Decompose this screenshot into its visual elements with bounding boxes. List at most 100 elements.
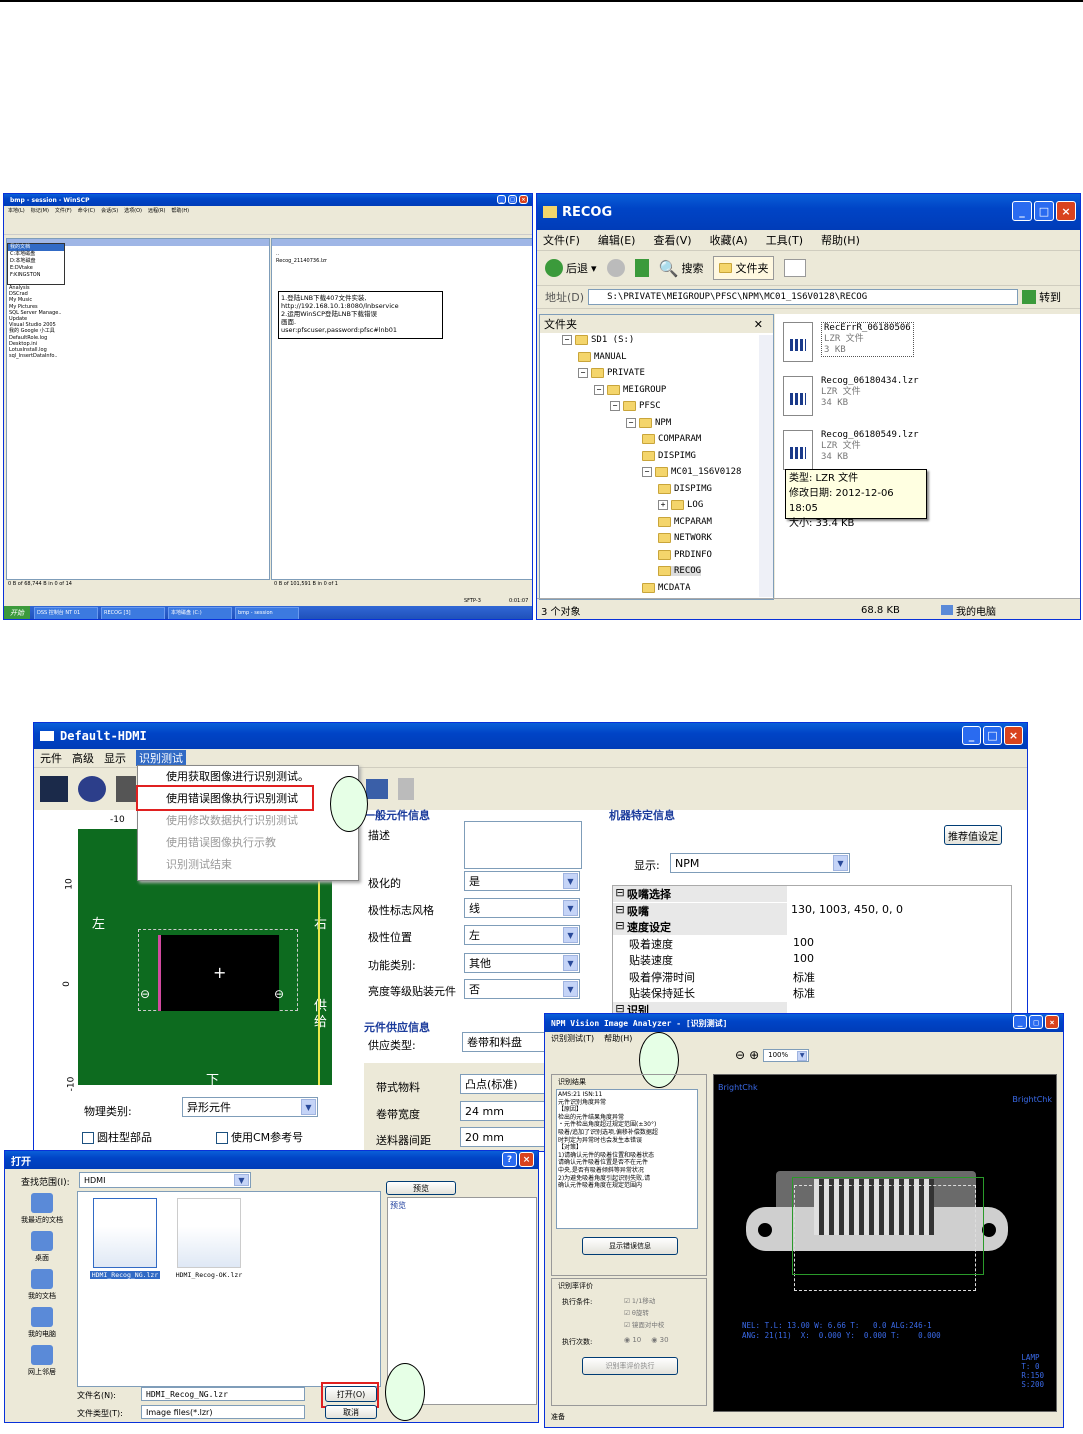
zoom-select[interactable]: 100% ▼ (763, 1048, 810, 1062)
minimize-button[interactable]: _ (962, 726, 981, 745)
close-button[interactable]: × (1004, 726, 1023, 745)
drive-dropdown-list[interactable]: 我的文档 C:本地磁盘 D:本地磁盘 E:DVtake F:KINGSTON (7, 243, 65, 285)
menu-item[interactable]: 本地(L) (8, 208, 25, 214)
menu-item[interactable]: 编辑(E) (598, 232, 636, 248)
minimize-button[interactable]: _ (1013, 1015, 1027, 1029)
tree-item[interactable]: − MC01_1S6V0128 (642, 467, 741, 477)
file-item[interactable]: Recog_06180549.lzr LZR 文件 34 KB (821, 430, 919, 463)
tree-item[interactable]: MCPARAM (658, 516, 712, 527)
zoom-out-icon[interactable]: ⊖ (735, 1048, 745, 1062)
folder-tree-pane[interactable]: 文件夹 ✕ − SD1 (S:) MANUAL − PRIVATE − MEIGROUP − P… (539, 314, 774, 600)
grid-expander[interactable] (613, 969, 627, 985)
tree-item[interactable]: MANUAL (578, 351, 627, 362)
filetype-select[interactable]: Image files(*.lzr) (141, 1405, 305, 1419)
collapse-icon[interactable]: − (562, 335, 572, 345)
maximize-button[interactable]: □ (1029, 1015, 1043, 1029)
menu-item[interactable]: 选项(O) (124, 208, 142, 214)
collapse-icon[interactable]: − (594, 384, 604, 395)
grid-expander[interactable] (613, 952, 627, 968)
cond-option[interactable]: ☑ 1/1移动 (624, 1295, 664, 1307)
tree-item[interactable]: COMPARAM (642, 434, 701, 444)
tree-item[interactable]: − NPM (626, 417, 671, 428)
filename-input[interactable]: HDMI_Recog_NG.lzr (141, 1387, 305, 1401)
menu-item[interactable]: 远程(R) (148, 208, 165, 214)
menu-item[interactable]: 帮助(H) (821, 232, 860, 248)
file-item[interactable]: RecErrR_06180506 LZR 文件 3 KB (821, 322, 914, 357)
back-button[interactable]: 后退 ▾ (545, 259, 597, 277)
menu-item[interactable]: 命令(C) (78, 208, 95, 214)
func-type-select[interactable]: 其他 ▼ (464, 953, 580, 973)
search-button[interactable]: 🔍 搜索 (659, 259, 704, 278)
polarized-select[interactable]: 是 ▼ (464, 871, 580, 891)
tree-scrollbar[interactable] (759, 335, 773, 597)
grid-row[interactable]: 贴装速度 100 (613, 952, 1011, 968)
local-panel[interactable]: 我的文档 C:本地磁盘 D:本地磁盘 E:DVtake F:KINGSTON Analy… (6, 238, 270, 580)
local-file-list[interactable]: Analysis DSCrad My Music My Pictures SQL Ser… (9, 285, 259, 359)
physical-type-select[interactable]: 异形元件 ▼ (182, 1097, 318, 1117)
polarity-pos-select[interactable]: 左 ▼ (464, 925, 580, 945)
hdmi-titlebar[interactable]: Default-HDMI _ □ × (34, 723, 1027, 749)
grid-row[interactable]: ⊟ 吸嘴选择 (613, 886, 1011, 902)
file-list-area[interactable]: RecErrR_06180506 LZR 文件 3 KB Recog_06180434… (775, 314, 1080, 598)
remote-file-row[interactable]: .. (276, 251, 327, 258)
file-thumb[interactable]: HDMI_Recog-OK.lzr (174, 1198, 244, 1279)
tree-item[interactable]: − PRIVATE (578, 368, 645, 378)
taskbar-item[interactable]: RECOG [3] (101, 606, 165, 619)
close-button[interactable]: × (1056, 201, 1076, 221)
dropdown-item[interactable]: 使用修改数据执行识别测试 (138, 810, 358, 832)
open-dialog-titlebar[interactable]: 打开 ? × (5, 1151, 538, 1169)
tree-item[interactable]: DISPIMG (642, 450, 696, 461)
tree-item[interactable]: PRDINFO (658, 549, 712, 560)
eval-run-button[interactable]: 识别率评价执行 (582, 1357, 678, 1375)
remote-file-list[interactable]: .. Recog_21140736.lzr (276, 251, 327, 265)
menu-item[interactable]: 显示 (104, 750, 126, 766)
expand-icon[interactable]: + (658, 500, 668, 510)
shuffle-icon[interactable] (366, 779, 388, 799)
collapse-icon[interactable]: − (578, 368, 588, 378)
forward-button[interactable] (606, 259, 625, 277)
remote-panel[interactable]: .. Recog_21140736.lzr 1.登陆LNB下载407文件实装, ht… (271, 238, 532, 580)
close-button[interactable]: × (519, 195, 528, 204)
tree-item[interactable]: RECOG (658, 566, 702, 576)
tree-item[interactable]: − SD1 (S:) (562, 335, 634, 345)
tree-item[interactable]: − PFSC (610, 401, 661, 411)
grid-expander[interactable]: ⊟ (613, 903, 627, 919)
grid-row[interactable]: 贴装保持延长 标准 (613, 985, 1011, 1001)
maximize-button[interactable]: □ (983, 726, 1002, 745)
cond-option[interactable]: ☑ 镜面对中校 (624, 1319, 664, 1331)
views-button[interactable] (784, 259, 807, 277)
explorer-titlebar[interactable]: RECOG _ □ × (537, 194, 1080, 230)
grid-row[interactable]: 吸着停滞时间 标准 (613, 968, 1011, 985)
winscp-titlebar[interactable]: bmp - session - WinSCP _ □ × (4, 194, 532, 206)
folders-button[interactable]: 文件夹 (713, 256, 775, 280)
collapse-icon[interactable]: − (626, 417, 636, 428)
menu-item[interactable]: 识别测试 (136, 750, 186, 766)
taskbar-item[interactable]: DSS 控制台 NT 01 (34, 606, 98, 619)
dropdown-item[interactable]: 识别测试结束 (138, 854, 358, 876)
grid-expander[interactable]: ⊟ (613, 919, 627, 935)
dropdown-item[interactable]: 使用错误图像执行示教 (138, 832, 358, 854)
collapse-icon[interactable]: − (642, 467, 652, 477)
menu-item[interactable]: 高级 (72, 750, 94, 766)
up-folder-icon[interactable] (634, 259, 649, 277)
local-file-row[interactable]: sql_InsertDataInfo.. (9, 353, 259, 359)
tree-item[interactable]: + LOG (658, 500, 703, 510)
collapse-icon[interactable]: − (610, 401, 620, 411)
file-thumb[interactable]: HDMI_Recog_NG.lzr (90, 1198, 160, 1279)
maximize-button[interactable]: □ (508, 195, 517, 204)
menu-item[interactable]: 帮助(H) (604, 1032, 632, 1046)
grid-row[interactable]: ⊟ 速度设定 (613, 919, 1011, 935)
cancel-button[interactable]: 取消 (325, 1405, 377, 1419)
taskbar-item[interactable]: 本地磁盘 (C:) (168, 606, 232, 619)
show-error-button[interactable]: 显示错误信息 (582, 1237, 678, 1255)
tree-item[interactable]: DISPIMG (658, 483, 712, 494)
menu-item[interactable]: 标记(M) (31, 208, 49, 214)
taskbar-item[interactable]: bmp - session (235, 606, 299, 619)
minimize-button[interactable]: _ (1012, 201, 1032, 221)
desc-textarea[interactable] (464, 821, 582, 869)
help-button[interactable]: ? (502, 1152, 517, 1167)
preview-button[interactable]: 预览 (386, 1181, 456, 1195)
drive-option[interactable]: 我的文档 (8, 244, 64, 251)
grid-row[interactable]: 吸着速度 100 (613, 935, 1011, 952)
close-pane-icon[interactable]: ✕ (754, 318, 763, 331)
